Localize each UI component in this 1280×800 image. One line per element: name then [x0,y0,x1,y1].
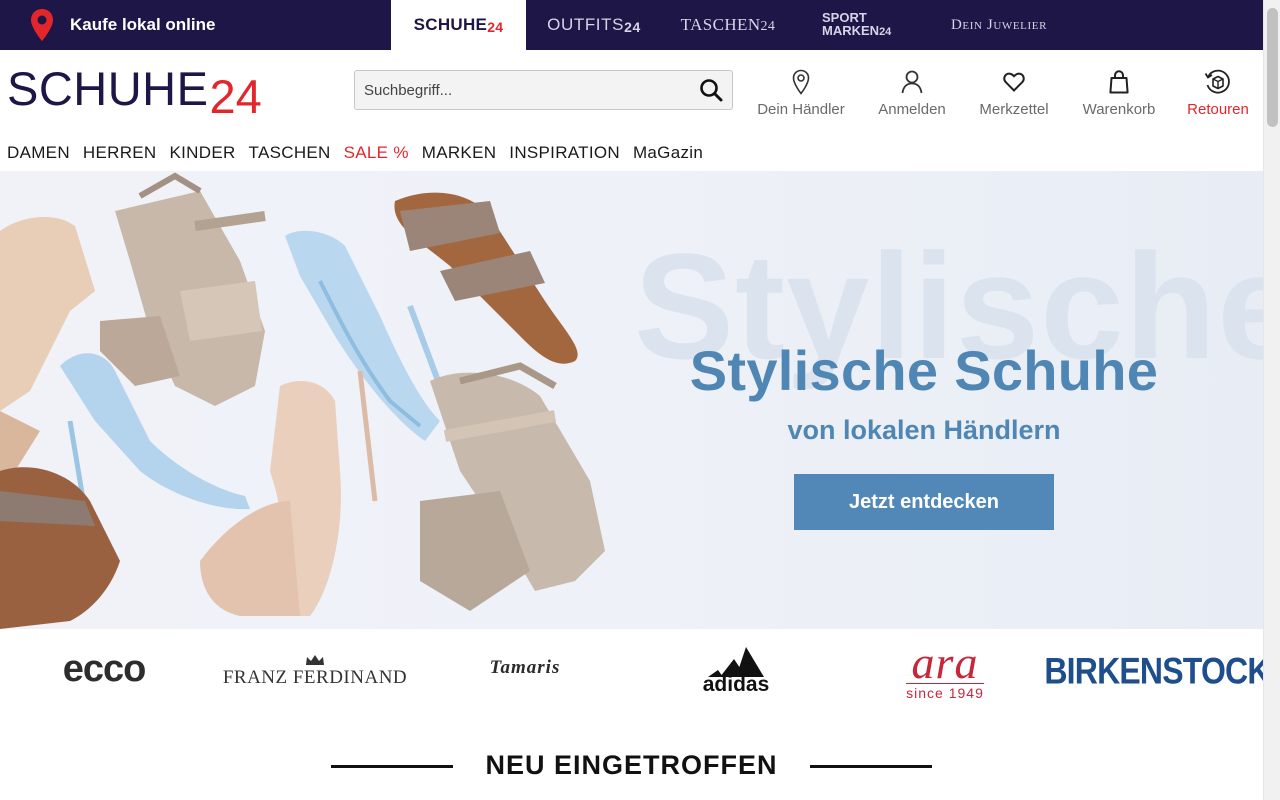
tab-sport-suffix: 24 [879,26,892,38]
nav-magazin[interactable]: MaGazin [633,143,703,163]
nav-marken[interactable]: MARKEN [422,143,497,163]
tab-taschen24-suffix: 24 [760,19,776,34]
brand-ara-since: since 1949 [906,682,984,701]
brand-logo-strip: ecco FRANZ FERDINAND Tamaris adidas ara … [0,629,1271,719]
login-label: Anmelden [878,101,946,118]
search-box [354,70,733,110]
brand-adidas-logo[interactable]: adidas [696,643,776,697]
tab-taschen24[interactable]: TASCHEN 24 [672,0,784,50]
search-input[interactable] [355,71,690,109]
heading-rule-left [331,765,453,768]
tab-outfits24-suffix: 24 [624,19,641,35]
hero-headline: Stylische Schuhe [689,339,1159,402]
cart-label: Warenkorb [1082,101,1156,118]
section-title-text: NEU EINGETROFFEN [485,749,778,780]
brand-birkenstock-text: BIRKENSTOCK [1044,649,1270,692]
heading-rule-right [810,765,932,768]
nav-herren[interactable]: HERREN [83,143,157,163]
crown-icon [306,655,324,665]
location-pin-icon [792,69,810,95]
search-icon [700,79,723,102]
page-scrollbar[interactable] [1263,0,1280,800]
nav-sale[interactable]: SALE % [344,143,409,163]
tab-taschen24-name: TASCHEN [680,15,761,34]
returns-link[interactable]: Retouren [1183,66,1253,122]
buy-local-link[interactable]: Kaufe lokal online [30,8,215,42]
hero-shoes-image [0,172,605,629]
logo-word: SCHUHE [7,62,209,115]
main-navigation: DAMEN HERREN KINDER TASCHEN SALE % MARKE… [7,140,716,166]
nav-inspiration[interactable]: INSPIRATION [509,143,620,163]
heart-icon [1003,72,1025,92]
user-icon [901,70,923,94]
dealer-label: Dein Händler [757,101,845,118]
shop-switcher-bar: Kaufe lokal online SCHUHE 24 OUTFITS 24 TA… [0,0,1263,50]
brand-tamaris-logo[interactable]: Tamaris [472,653,578,683]
shopping-bag-icon [1109,70,1129,94]
hero-banner[interactable]: Stylische Stylische Schuhe von lokalen H… [0,171,1263,629]
tab-outfits24-name: OUTFITS [547,15,625,34]
page: Kaufe lokal online SCHUHE 24 OUTFITS 24 TA… [0,0,1280,800]
search-button[interactable] [690,71,732,109]
return-box-icon [1204,69,1230,94]
site-logo[interactable]: SCHUHE 24 [7,56,262,120]
tab-schuhe24-name: SCHUHE [413,15,488,34]
hero-subline: von lokalen Händlern [787,415,1061,445]
tab-schuhe24[interactable]: SCHUHE 24 [391,0,526,50]
nav-taschen[interactable]: TASCHEN [249,143,331,163]
cart-link[interactable]: Warenkorb [1078,66,1160,122]
tab-sport-line2: Marken [822,23,880,38]
nav-kinder[interactable]: KINDER [170,143,236,163]
discover-now-button[interactable]: Jetzt entdecken [794,474,1054,530]
wishlist-link[interactable]: Merkzettel [976,66,1052,122]
brand-tamaris-text: Tamaris [489,657,561,678]
nav-damen[interactable]: DAMEN [7,143,70,163]
brand-ecco-logo[interactable]: ecco [50,647,158,690]
section-heading: NEU EINGETROFFEN [331,747,932,783]
brand-adidas-text: adidas [702,673,770,696]
returns-label: Retouren [1187,101,1249,118]
dealer-link[interactable]: Dein Händler [754,66,848,122]
map-pin-icon [31,9,53,41]
tab-dein-juwelier[interactable]: Dein Juwelier [940,0,1058,50]
tab-schuhe24-suffix: 24 [487,19,504,35]
wishlist-label: Merkzettel [979,101,1049,118]
brand-ecco-text: ecco [62,647,147,690]
brand-franz-text: FRANZ FERDINAND [222,667,408,688]
brand-birkenstock-logo[interactable]: BIRKENSTOCK [1044,648,1270,694]
scrollbar-thumb[interactable] [1267,8,1278,127]
logo-number: 24 [209,70,262,123]
brand-franz-ferdinand-logo[interactable]: FRANZ FERDINAND [220,651,410,691]
buy-local-label: Kaufe lokal online [70,15,216,34]
brand-ara-logo[interactable]: ara since 1949 [872,636,1018,701]
brand-ara-text: ara [911,636,979,688]
tab-juwelier-name: Dein Juwelier [950,16,1048,33]
tab-outfits24[interactable]: OUTFITS 24 [535,0,653,50]
login-link[interactable]: Anmelden [874,66,950,122]
tab-sportmarken24[interactable]: Sport Marken24 [810,0,918,50]
